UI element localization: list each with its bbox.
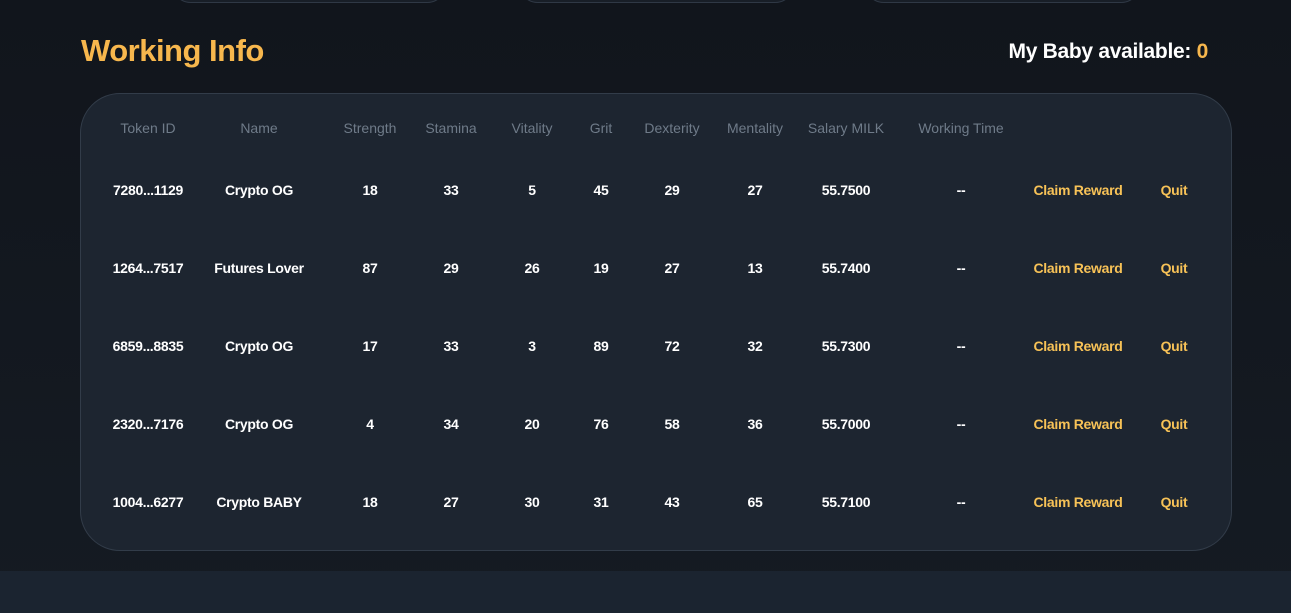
claim-reward-button[interactable]: Claim Reward (1018, 180, 1138, 200)
top-card (864, 0, 1141, 3)
token-id: 6859...8835 (112, 338, 184, 354)
baby-name: Crypto OG (224, 182, 294, 198)
working-time-value: -- (956, 338, 966, 354)
baby-available-count: 0 (1196, 40, 1209, 63)
quit-button[interactable]: Quit (1144, 258, 1204, 278)
quit-button[interactable]: Quit (1144, 414, 1204, 434)
baby-name: Crypto OG (224, 338, 294, 354)
column-header-strength: Strength (343, 120, 397, 136)
mentality-value: 13 (747, 260, 763, 276)
table-header: Token ID Name Strength Stamina Vitality … (81, 118, 1231, 138)
column-header-name: Name (240, 120, 278, 136)
page: Working Info My Baby available: 0 Token … (0, 0, 1291, 613)
mentality-value: 65 (747, 494, 763, 510)
token-id: 2320...7176 (112, 416, 184, 432)
grit-value: 19 (593, 260, 609, 276)
claim-reward-button[interactable]: Claim Reward (1018, 336, 1138, 356)
table-row: 2320...7176 Crypto OG 4 34 20 76 58 36 5… (81, 414, 1231, 434)
working-time-value: -- (956, 182, 966, 198)
stamina-value: 27 (443, 494, 459, 510)
working-time-value: -- (956, 494, 966, 510)
salary-value: 55.7300 (821, 338, 871, 354)
stamina-value: 33 (443, 182, 459, 198)
baby-available-label: My Baby available: (1008, 40, 1192, 63)
mentality-value: 32 (747, 338, 763, 354)
column-header-token-id: Token ID (120, 120, 176, 136)
vitality-value: 20 (524, 416, 540, 432)
stamina-value: 29 (443, 260, 459, 276)
stamina-value: 33 (443, 338, 459, 354)
salary-value: 55.7400 (821, 260, 871, 276)
claim-reward-button[interactable]: Claim Reward (1018, 492, 1138, 512)
quit-button[interactable]: Quit (1144, 336, 1204, 356)
token-id: 7280...1129 (113, 182, 183, 198)
column-header-stamina: Stamina (425, 120, 477, 136)
vitality-value: 26 (524, 260, 540, 276)
baby-name: Crypto OG (224, 416, 294, 432)
vitality-value: 5 (528, 182, 536, 198)
top-card (171, 0, 447, 3)
salary-value: 55.7000 (821, 416, 871, 432)
working-time-value: -- (956, 416, 966, 432)
dexterity-value: 58 (664, 416, 680, 432)
grit-value: 45 (593, 182, 609, 198)
table-row: 6859...8835 Crypto OG 17 33 3 89 72 32 5… (81, 336, 1231, 356)
strength-value: 4 (366, 416, 374, 432)
mentality-value: 27 (747, 182, 763, 198)
baby-available: My Baby available: 0 (1008, 40, 1209, 64)
baby-name: Futures Lover (214, 260, 304, 276)
dexterity-value: 43 (664, 494, 680, 510)
vitality-value: 30 (524, 494, 540, 510)
table-row: 1264...7517 Futures Lover 87 29 26 19 27… (81, 258, 1231, 278)
quit-button[interactable]: Quit (1144, 180, 1204, 200)
table-row: 7280...1129 Crypto OG 18 33 5 45 29 27 5… (81, 180, 1231, 200)
claim-reward-button[interactable]: Claim Reward (1018, 258, 1138, 278)
mentality-value: 36 (747, 416, 763, 432)
top-card (518, 0, 795, 3)
working-info-table: Token ID Name Strength Stamina Vitality … (80, 93, 1232, 551)
footer-band (0, 571, 1291, 613)
column-header-grit: Grit (589, 120, 613, 136)
grit-value: 31 (593, 494, 609, 510)
claim-reward-button[interactable]: Claim Reward (1018, 414, 1138, 434)
strength-value: 87 (362, 260, 378, 276)
strength-value: 17 (362, 338, 378, 354)
grit-value: 89 (593, 338, 609, 354)
dexterity-value: 27 (664, 260, 680, 276)
stamina-value: 34 (443, 416, 459, 432)
salary-value: 55.7100 (821, 494, 871, 510)
vitality-value: 3 (528, 338, 536, 354)
salary-value: 55.7500 (821, 182, 871, 198)
section-title: Working Info (81, 33, 264, 68)
column-header-dexterity: Dexterity (644, 120, 700, 136)
dexterity-value: 29 (664, 182, 680, 198)
dexterity-value: 72 (664, 338, 680, 354)
column-header-vitality: Vitality (511, 120, 553, 136)
baby-name: Crypto BABY (216, 494, 302, 510)
working-time-value: -- (956, 260, 966, 276)
column-header-working-time: Working Time (918, 120, 1004, 136)
column-header-salary: Salary MILK (807, 120, 885, 136)
token-id: 1264...7517 (112, 260, 184, 276)
strength-value: 18 (362, 182, 378, 198)
quit-button[interactable]: Quit (1144, 492, 1204, 512)
table-row: 1004...6277 Crypto BABY 18 27 30 31 43 6… (81, 492, 1231, 512)
column-header-mentality: Mentality (726, 120, 784, 136)
grit-value: 76 (593, 416, 609, 432)
strength-value: 18 (362, 494, 378, 510)
token-id: 1004...6277 (112, 494, 184, 510)
